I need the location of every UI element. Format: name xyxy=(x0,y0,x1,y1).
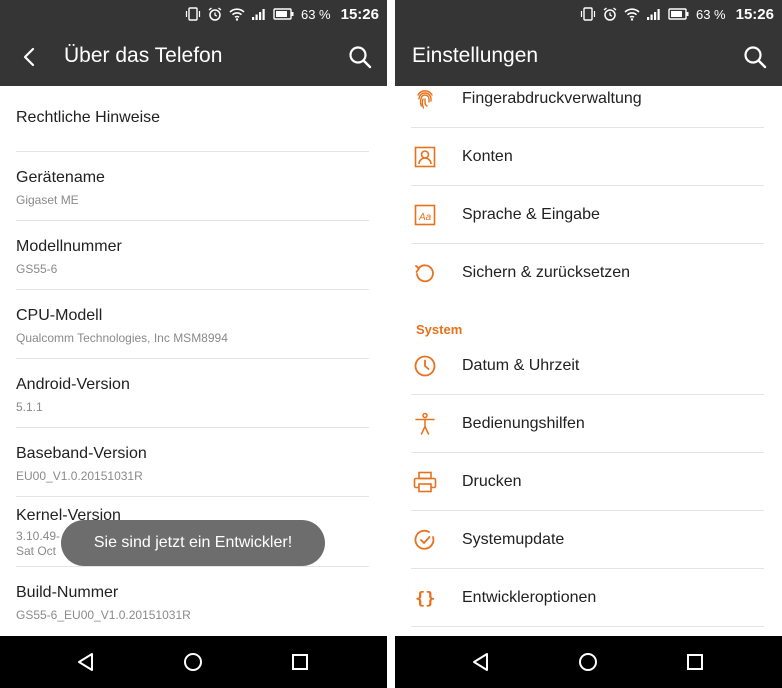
settings-item-label: Konten xyxy=(462,148,513,165)
settings-item-label: Systemupdate xyxy=(462,531,565,548)
status-clock: 15:26 xyxy=(735,5,774,23)
about-item-device-name[interactable]: Gerätename Gigaset ME xyxy=(16,169,369,221)
system-update-icon xyxy=(414,529,435,550)
fingerprint-icon xyxy=(417,90,433,109)
settings-screen: 63 % 15:26 Einstellungen Fingerabdruckve… xyxy=(395,0,782,688)
settings-item-system-update[interactable]: Systemupdate xyxy=(411,511,764,569)
back-arrow-icon[interactable] xyxy=(18,45,42,69)
status-clock: 15:26 xyxy=(340,5,379,23)
battery-percent: 63 % xyxy=(695,6,726,22)
nav-recents-icon[interactable] xyxy=(683,650,707,674)
settings-item-fingerprint[interactable]: Fingerabdruckverwaltung xyxy=(411,70,764,128)
about-item-baseband-version[interactable]: Baseband-Version EU00_V1.0.20151031R xyxy=(16,445,369,497)
settings-item-accounts[interactable]: Konten xyxy=(411,128,764,186)
settings-item-label: Entwickleroptionen xyxy=(462,589,597,606)
navigation-bar xyxy=(395,636,782,688)
battery-icon xyxy=(668,8,689,20)
nav-back-icon[interactable] xyxy=(74,650,98,674)
search-icon[interactable] xyxy=(347,44,373,70)
nav-home-icon[interactable] xyxy=(576,650,600,674)
page-title: Über das Telefon xyxy=(64,44,223,67)
settings-item-label: Datum & Uhrzeit xyxy=(462,357,580,374)
wifi-icon xyxy=(229,8,245,21)
about-phone-screen: 63 % 15:26 Über das Telefon Rechtliche H… xyxy=(0,0,387,688)
settings-item-label: Drucken xyxy=(462,473,522,490)
clock-icon xyxy=(414,355,436,377)
signal-icon xyxy=(646,9,660,20)
about-item-title: Android-Version xyxy=(16,376,130,393)
settings-item-label: Sichern & zurücksetzen xyxy=(462,264,631,281)
accessibility-icon xyxy=(415,412,435,435)
screenshot-separator xyxy=(387,0,395,688)
battery-icon xyxy=(273,8,294,20)
row-divider xyxy=(411,626,764,627)
backup-icon xyxy=(415,264,434,283)
about-item-build-number[interactable]: Build-Nummer GS55-6_EU00_V1.0.20151031R xyxy=(16,584,369,636)
section-header-system: System xyxy=(416,322,463,337)
about-item-title: Baseband-Version xyxy=(16,445,147,462)
nav-recents-icon[interactable] xyxy=(288,650,312,674)
about-item-title: CPU-Modell xyxy=(16,307,103,324)
about-item-value: EU00_V1.0.20151031R xyxy=(16,469,143,483)
about-item-android-version[interactable]: Android-Version 5.1.1 xyxy=(16,376,369,428)
about-item-value: GS55-6_EU00_V1.0.20151031R xyxy=(16,608,191,622)
printer-icon xyxy=(413,471,437,493)
svg-text:Aa: Aa xyxy=(418,212,432,223)
about-item-title: Rechtliche Hinweise xyxy=(16,109,161,126)
language-icon: Aa xyxy=(414,204,436,226)
wifi-icon xyxy=(624,8,640,21)
about-item-value: GS55-6 xyxy=(16,262,58,276)
settings-item-accessibility[interactable]: Bedienungshilfen xyxy=(411,395,764,453)
account-icon xyxy=(414,146,436,168)
status-bar: 63 % 15:26 xyxy=(395,0,782,28)
alarm-icon xyxy=(603,7,617,21)
developer-toast: Sie sind jetzt ein Entwickler! xyxy=(61,520,325,566)
about-item-value: Gigaset ME xyxy=(16,193,79,207)
settings-item-backup-reset[interactable]: Sichern & zurücksetzen xyxy=(411,244,764,302)
settings-item-date-time[interactable]: Datum & Uhrzeit xyxy=(411,337,764,395)
about-item-value: 5.1.1 xyxy=(16,400,43,414)
settings-item-label: Fingerabdruckverwaltung xyxy=(462,90,642,107)
settings-item-developer-options[interactable]: {} Entwickleroptionen xyxy=(411,569,764,627)
about-item-title: Gerätename xyxy=(16,169,105,186)
status-bar: 63 % 15:26 xyxy=(0,0,387,28)
vibrate-icon xyxy=(185,7,201,21)
settings-item-language-input[interactable]: Aa Sprache & Eingabe xyxy=(411,186,764,244)
settings-item-label: Bedienungshilfen xyxy=(462,415,585,432)
toolbar: Über das Telefon xyxy=(0,28,387,86)
svg-text:{}: {} xyxy=(415,589,435,609)
about-item-legal[interactable]: Rechtliche Hinweise xyxy=(16,109,369,152)
nav-back-icon[interactable] xyxy=(469,650,493,674)
navigation-bar xyxy=(0,636,387,688)
about-item-title: Modellnummer xyxy=(16,238,122,255)
settings-item-printing[interactable]: Drucken xyxy=(411,453,764,511)
page-title: Einstellungen xyxy=(412,44,539,67)
battery-percent: 63 % xyxy=(300,6,331,22)
alarm-icon xyxy=(208,7,222,21)
about-item-title: Build-Nummer xyxy=(16,584,119,601)
search-icon[interactable] xyxy=(742,44,768,70)
about-item-model-number[interactable]: Modellnummer GS55-6 xyxy=(16,238,369,290)
nav-home-icon[interactable] xyxy=(181,650,205,674)
signal-icon xyxy=(251,9,265,20)
vibrate-icon xyxy=(580,7,596,21)
developer-braces-icon: {} xyxy=(415,589,435,609)
about-item-cpu-model[interactable]: CPU-Modell Qualcomm Technologies, Inc MS… xyxy=(16,307,369,359)
settings-item-label: Sprache & Eingabe xyxy=(462,206,600,223)
about-item-value: Qualcomm Technologies, Inc MSM8994 xyxy=(16,331,228,345)
